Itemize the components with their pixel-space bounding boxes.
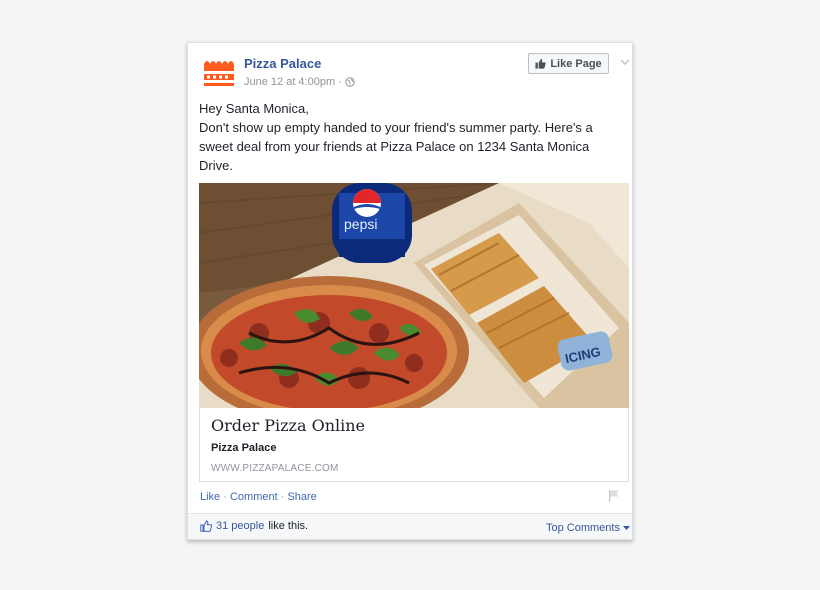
caret-down-icon [623,526,631,530]
page-name-link[interactable]: Pizza Palace [244,56,321,71]
post-footer: 31 people like this. Top Comments [188,513,632,539]
globe-icon [345,77,355,87]
meta-separator: · [338,76,342,88]
post-text-line: Hey Santa Monica, [199,101,309,116]
comment-action[interactable]: Comment [230,491,278,503]
post-timestamp[interactable]: June 12 at 4:00pm [244,76,335,88]
pepsi-bottle: pepsi [332,183,412,263]
post-actions: Like · Comment · Share [200,491,317,503]
thumbs-up-icon [200,520,212,532]
post-meta: June 12 at 4:00pm · [244,76,355,88]
flag-icon[interactable] [607,489,621,503]
likes-text: like this. [268,520,309,532]
link-url: WWW.PIZZAPALACE.COM [211,463,339,474]
like-page-label: Like Page [550,57,602,70]
link-preview[interactable]: Order Pizza Online Pizza Palace WWW.PIZZ… [199,408,629,482]
post-text-line: Drive. [199,158,233,173]
post-card: Pizza Palace June 12 at 4:00pm · Like Pa… [187,42,633,540]
like-action[interactable]: Like [200,491,220,503]
bottle-label: pepsi [344,216,377,232]
chevron-down-icon[interactable] [618,55,632,69]
post-text-line: sweet deal from your friends at Pizza Pa… [199,139,590,154]
top-comments-label: Top Comments [546,522,620,534]
pizza-palace-logo[interactable] [201,55,235,89]
top-comments-dropdown[interactable]: Top Comments [546,522,631,534]
likes-summary: 31 people like this. [200,520,308,532]
share-action[interactable]: Share [287,491,316,503]
action-separator: · [220,491,230,503]
post-message: Hey Santa Monica, Don't show up empty ha… [199,99,619,175]
thumbs-up-icon [535,58,547,69]
likers-link[interactable]: 31 people [216,520,264,532]
post-image[interactable]: pepsi ICING [199,183,629,408]
link-title[interactable]: Order Pizza Online [211,416,365,435]
like-page-button[interactable]: Like Page [528,53,609,74]
link-source: Pizza Palace [211,442,277,454]
action-separator: · [277,491,288,503]
post-text-line: Don't show up empty handed to your frien… [199,120,593,135]
